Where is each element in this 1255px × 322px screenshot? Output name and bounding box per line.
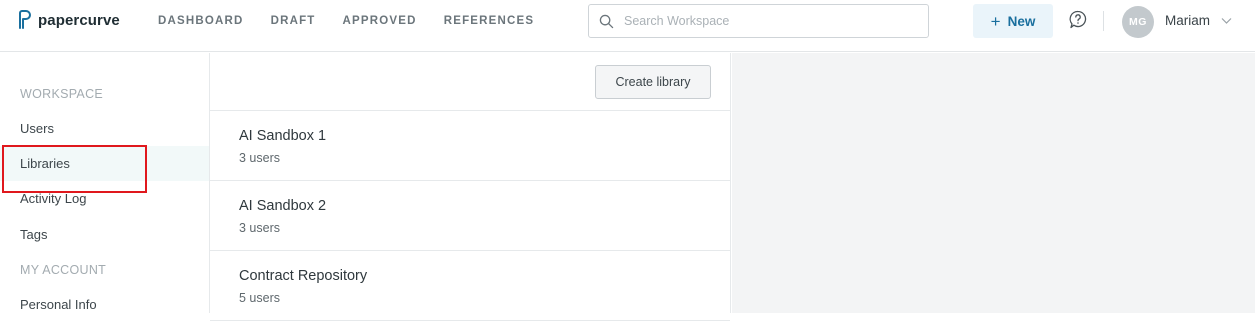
papercurve-logo-icon [19, 10, 31, 29]
nav-references[interactable]: REFERENCES [444, 15, 535, 27]
avatar[interactable]: MG [1122, 6, 1154, 38]
sidebar-item-libraries[interactable]: Libraries [0, 146, 209, 181]
divider [1103, 11, 1104, 31]
new-button-label: New [1007, 13, 1036, 29]
search-box[interactable] [588, 4, 929, 38]
logo[interactable]: papercurve [18, 10, 120, 30]
library-name: AI Sandbox 2 [239, 198, 327, 214]
user-name[interactable]: Mariam [1165, 13, 1210, 28]
sidebar-item-activity-log[interactable]: Activity Log [0, 181, 209, 216]
nav-approved[interactable]: APPROVED [343, 15, 417, 27]
library-user-count: 3 users [239, 221, 280, 235]
help-icon[interactable] [1069, 10, 1087, 30]
plus-icon: + [990, 11, 1001, 31]
library-name: Contract Repository [239, 268, 368, 284]
sidebar-item-personal-info[interactable]: Personal Info [0, 287, 209, 322]
new-button[interactable]: + New [973, 4, 1053, 38]
create-library-button[interactable]: Create library [595, 65, 711, 99]
list-item[interactable]: AI Sandbox 1 3 users [210, 111, 730, 181]
detail-pane [732, 53, 1255, 313]
brand-name: papercurve [38, 11, 120, 29]
sidebar-item-users[interactable]: Users [0, 111, 209, 146]
libraries-toolbar: Create library [210, 53, 730, 111]
sidebar-heading-workspace: WORKSPACE [20, 87, 104, 101]
sidebar-item-tags[interactable]: Tags [0, 217, 209, 252]
library-user-count: 3 users [239, 151, 280, 165]
library-user-count: 5 users [239, 291, 280, 305]
main-nav: DASHBOARD DRAFT APPROVED REFERENCES [158, 15, 561, 27]
search-input[interactable] [624, 14, 904, 28]
sidebar: WORKSPACE Users Libraries Activity Log T… [0, 53, 210, 313]
top-bar: papercurve DASHBOARD DRAFT APPROVED REFE… [0, 0, 1255, 52]
list-item[interactable]: AI Sandbox 2 3 users [210, 181, 730, 251]
sidebar-heading-my-account: MY ACCOUNT [20, 263, 107, 277]
list-item[interactable]: Contract Repository 5 users [210, 251, 730, 321]
libraries-panel: Create library AI Sandbox 1 3 users AI S… [210, 53, 731, 321]
nav-draft[interactable]: DRAFT [271, 15, 316, 27]
chevron-down-icon[interactable] [1220, 14, 1233, 27]
nav-dashboard[interactable]: DASHBOARD [158, 15, 244, 27]
library-name: AI Sandbox 1 [239, 128, 327, 144]
search-icon [599, 14, 614, 28]
